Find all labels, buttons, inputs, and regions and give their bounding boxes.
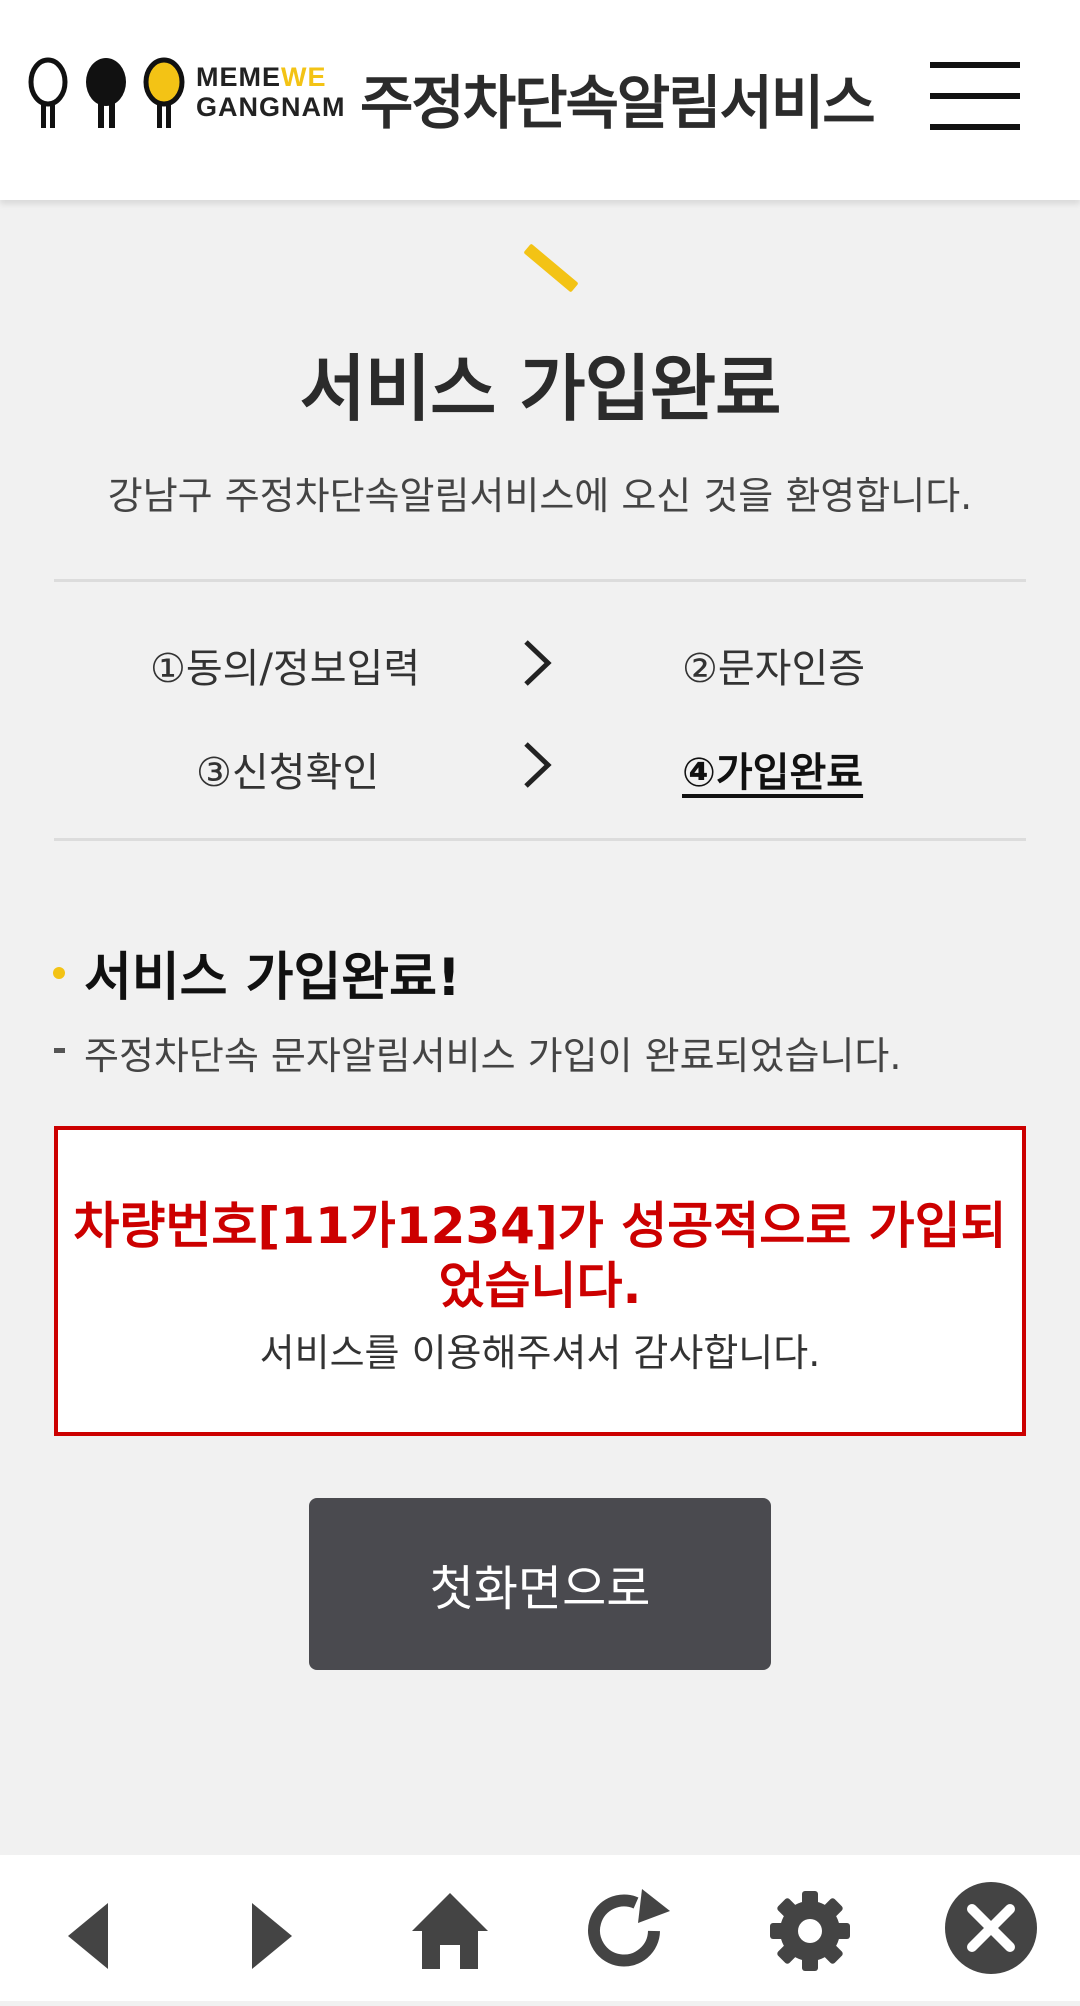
page-title: 서비스 가입완료 [299, 347, 782, 431]
section-title: 서비스 가입완료! [84, 948, 461, 1008]
chevron-right-icon [524, 742, 552, 788]
meme-we-gangnam-logo[interactable]: MEMEWE GANGNAM [26, 56, 345, 132]
back-arrow-icon[interactable] [64, 1901, 114, 1971]
step-3-confirm: ③신청확인 [196, 750, 380, 796]
chevron-right-icon [524, 640, 552, 686]
go-home-button[interactable]: 첫화면으로 [309, 1498, 771, 1670]
page-subtitle: 강남구 주정차단속알림서비스에 오신 것을 환영합니다. [107, 474, 973, 518]
dash-bullet-icon [54, 1048, 65, 1053]
title-accent-mark [523, 243, 579, 293]
menu-bar [930, 62, 1020, 68]
bullet-dot-icon [53, 967, 65, 979]
divider [54, 838, 1026, 841]
service-title: 주정차단속알림서비스 [360, 69, 876, 137]
home-icon[interactable] [410, 1891, 490, 1971]
close-icon[interactable] [944, 1881, 1038, 1975]
registration-success-message: 차량번호[11가1234]가 성공적으로 가입되었습니다. [73, 1197, 1007, 1315]
hamburger-menu-button[interactable] [930, 62, 1020, 130]
settings-gear-icon[interactable] [768, 1889, 852, 1973]
step-2-sms-auth: ②문자인증 [682, 646, 866, 692]
result-message-box: 차량번호[11가1234]가 성공적으로 가입되었습니다. 서비스를 이용해주셔… [54, 1126, 1026, 1436]
divider [54, 579, 1026, 582]
step-1-agree-info: ①동의/정보입력 [150, 646, 421, 692]
forward-arrow-icon[interactable] [246, 1901, 296, 1971]
logo-wordmark: MEMEWE GANGNAM [196, 62, 346, 122]
menu-bar [930, 124, 1020, 130]
bottom-navigation-bar [0, 1855, 1080, 2001]
thanks-message: 서비스를 이용해주셔서 감사합니다. [259, 1331, 821, 1375]
app-header: MEMEWE GANGNAM 주정차단속알림서비스 [0, 0, 1080, 200]
section-description: 주정차단속 문자알림서비스 가입이 완료되었습니다. [84, 1034, 902, 1078]
menu-bar [930, 93, 1020, 99]
step-4-complete: ④가입완료 [682, 750, 864, 796]
refresh-icon[interactable] [580, 1889, 674, 1973]
logo-mark-icon [28, 57, 185, 128]
